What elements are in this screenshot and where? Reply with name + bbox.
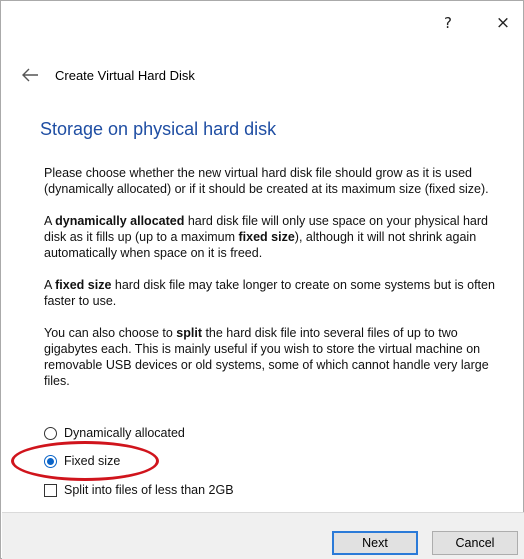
arrow-left-icon[interactable]	[21, 67, 39, 83]
dynamically-allocated-option[interactable]: Dynamically allocated	[44, 423, 185, 443]
close-button[interactable]: ×	[488, 9, 518, 37]
page-title: Storage on physical hard disk	[40, 119, 277, 139]
red-highlight-ellipse	[11, 441, 159, 481]
next-button[interactable]: Next	[332, 531, 418, 555]
description-text: Please choose whether the new virtual ha…	[44, 165, 506, 405]
bold-text: fixed size	[238, 230, 295, 244]
text-run: A	[44, 214, 56, 228]
dynamically-allocated-radio[interactable]	[44, 426, 57, 440]
wizard-title: Create Virtual Hard Disk	[55, 68, 195, 83]
dynamically-allocated-label[interactable]: Dynamically allocated	[64, 426, 185, 440]
bold-text: dynamically allocated	[55, 214, 185, 228]
split-files-label[interactable]: Split into files of less than 2GB	[64, 483, 234, 497]
button-bar: Next Cancel	[2, 512, 524, 559]
text-run: Please choose whether the new virtual ha…	[44, 166, 489, 196]
bold-text: fixed size	[55, 278, 112, 292]
paragraph-split: You can also choose to split the hard di…	[44, 325, 506, 389]
wizard-header: Create Virtual Hard Disk	[1, 59, 523, 95]
cancel-button[interactable]: Cancel	[432, 531, 518, 555]
text-run: hard disk file may take longer to create…	[44, 278, 495, 308]
paragraph-dynamic: A dynamically allocated hard disk file w…	[44, 213, 506, 261]
bold-text: split	[176, 326, 202, 340]
split-files-option[interactable]: Split into files of less than 2GB	[44, 480, 234, 500]
paragraph-fixed: A fixed size hard disk file may take lon…	[44, 277, 506, 309]
text-run: A	[44, 278, 56, 292]
text-run: You can also choose to	[44, 326, 177, 340]
help-button[interactable]: ?	[433, 9, 463, 37]
paragraph-intro: Please choose whether the new virtual ha…	[44, 165, 506, 197]
split-files-checkbox[interactable]	[44, 483, 57, 497]
dialog-window: ? × Create Virtual Hard Disk Storage on …	[0, 0, 524, 559]
title-bar: ? ×	[1, 1, 523, 43]
